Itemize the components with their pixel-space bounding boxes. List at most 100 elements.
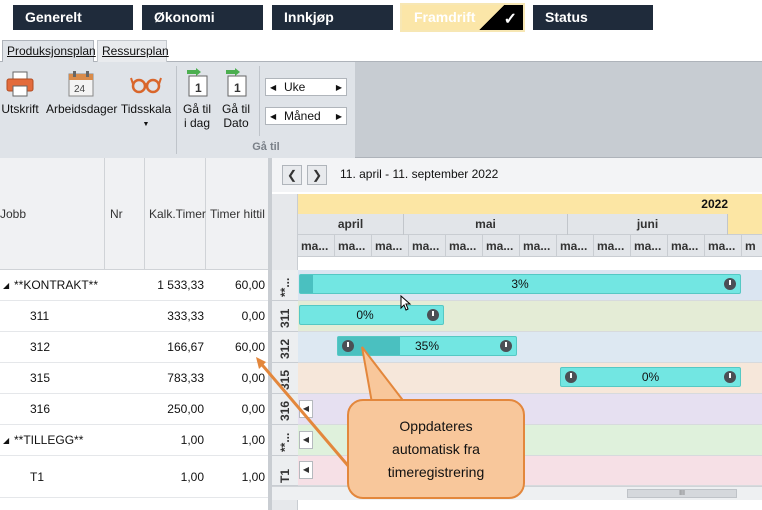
- cell-kalk: 250,00: [167, 402, 204, 416]
- row-label-text: 315: [278, 369, 292, 390]
- row-label-text: 311: [278, 308, 292, 328]
- callout-line-1: Oppdateres: [399, 418, 473, 434]
- step-right-icon[interactable]: ▶: [336, 80, 342, 96]
- col-nr-label: Nr: [110, 207, 123, 221]
- col-timer-label: Timer hittil: [210, 207, 265, 221]
- group-separator-2: [259, 66, 260, 136]
- cell-jobb: 315: [30, 371, 51, 385]
- col-header-jobb[interactable]: Jobb: [0, 158, 105, 270]
- step-right-icon[interactable]: ▶: [336, 109, 342, 125]
- maned-stepper[interactable]: ◀ Måned ▶: [265, 107, 347, 125]
- month-juni: juni: [568, 214, 728, 235]
- nav-generelt-label: Generelt: [25, 9, 82, 25]
- week-label: ma...: [520, 235, 557, 257]
- utskrift-label: Utskrift: [1, 102, 39, 116]
- week-label: ma...: [372, 235, 409, 257]
- maned-label: Måned: [284, 109, 321, 123]
- row-label-text: **...: [278, 277, 292, 297]
- callout-line-3: timeregistrering: [387, 464, 485, 480]
- gantt-bar-311[interactable]: 0%: [299, 305, 444, 325]
- year-label: 2022: [701, 197, 728, 211]
- prev-period-button[interactable]: ❮: [282, 165, 302, 185]
- cell-kalk: 333,33: [167, 309, 204, 323]
- week-label: ma...: [335, 235, 372, 257]
- job-grid: Jobb Nr Kalk.Timer Timer hittil ◢ **KONT…: [0, 158, 270, 510]
- bar-percent: 35%: [414, 339, 440, 353]
- calendar-day-number: 24: [74, 84, 86, 95]
- cell-timer: 0,00: [241, 371, 265, 385]
- col-header-timer[interactable]: Timer hittil: [206, 158, 268, 270]
- uke-stepper[interactable]: ◀ Uke ▶: [265, 78, 347, 96]
- col-jobb-label: Jobb: [0, 207, 27, 221]
- collapse-icon[interactable]: ◢: [3, 425, 9, 456]
- week-label: ma...: [446, 235, 483, 257]
- week-label: ma...: [409, 235, 446, 257]
- clock-icon: [565, 371, 577, 383]
- week-label: ma...: [483, 235, 520, 257]
- ga-til-dato-label-1: Gå til: [221, 102, 250, 116]
- week-header: ma... ma... ma... ma... ma... ma... ma..…: [298, 235, 762, 257]
- goto-today-number: 1: [195, 81, 202, 95]
- cell-timer: 60,00: [234, 278, 265, 292]
- gantt-row-label: **...: [272, 270, 298, 301]
- callout-note: Oppdateres automatisk fra timeregistreri…: [347, 399, 525, 499]
- next-period-button[interactable]: ❯: [307, 165, 327, 185]
- scroll-left-icon[interactable]: ◀: [299, 400, 313, 418]
- tab-strip: Produksjonsplan Ressursplan: [0, 38, 762, 63]
- scroll-thumb[interactable]: III: [627, 489, 737, 498]
- table-row[interactable]: 316 250,00 0,00: [0, 394, 268, 425]
- step-left-icon[interactable]: ◀: [270, 109, 276, 125]
- row-label-text: **...: [278, 432, 292, 452]
- glasses-icon: [130, 70, 162, 98]
- gantt-bar-kontrakt[interactable]: 3%: [299, 274, 741, 294]
- table-row[interactable]: T1 1,00 1,00: [0, 456, 268, 498]
- screen: { "nav": { "generelt": "Generelt", "okon…: [0, 0, 762, 510]
- scroll-left-icon[interactable]: ◀: [299, 431, 313, 449]
- ribbon: Produksjonsplan Ressursplan Utskrift 24 …: [0, 38, 762, 158]
- table-row[interactable]: ◢ **KONTRAKT** 1 533,33 60,00: [0, 270, 268, 301]
- ga-til-dato-button[interactable]: 1 Gå til Dato: [219, 68, 253, 130]
- col-kalk-label: Kalk.Timer: [149, 207, 206, 221]
- collapse-icon[interactable]: ◢: [3, 270, 9, 301]
- gantt-bar-312[interactable]: 35%: [337, 336, 517, 356]
- check-icon: ✓: [503, 11, 517, 28]
- clock-icon: [724, 278, 736, 290]
- bar-percent: 0%: [641, 370, 660, 384]
- group-separator: [176, 66, 177, 154]
- gantt-row-label: 316: [272, 394, 298, 425]
- clock-icon: [427, 309, 439, 321]
- nav-framdrift-button[interactable]: Framdrift ✓: [400, 3, 525, 32]
- gantt-row-label: **...: [272, 425, 298, 456]
- gantt-bar-315[interactable]: 0%: [560, 367, 741, 387]
- nav-innkjop-button[interactable]: Innkjøp: [272, 5, 393, 30]
- step-left-icon[interactable]: ◀: [270, 80, 276, 96]
- gantt-row-label: T1: [272, 456, 298, 486]
- nav-okonomi-button[interactable]: Økonomi: [142, 5, 263, 30]
- nav-status-button[interactable]: Status: [533, 5, 653, 30]
- table-row[interactable]: ◢ **TILLEGG** 1,00 1,00: [0, 425, 268, 456]
- clock-icon: [724, 371, 736, 383]
- week-label: ma...: [668, 235, 705, 257]
- utskrift-button[interactable]: Utskrift: [0, 70, 40, 116]
- nav-okonomi-label: Økonomi: [154, 9, 215, 25]
- bar-percent: 3%: [511, 277, 529, 291]
- arbeidsdager-button[interactable]: 24 Arbeidsdager: [46, 70, 117, 116]
- gantt-row-label: 312: [272, 332, 298, 363]
- col-header-nr[interactable]: Nr: [105, 158, 145, 270]
- row-label-text: 312: [278, 338, 292, 359]
- scroll-left-icon[interactable]: ◀: [299, 461, 313, 479]
- clock-icon: [500, 340, 512, 352]
- table-row[interactable]: 312 166,67 60,00: [0, 332, 268, 363]
- col-header-kalk[interactable]: Kalk.Timer: [145, 158, 206, 270]
- nav-generelt-button[interactable]: Generelt: [13, 5, 133, 30]
- clock-icon: [342, 340, 354, 352]
- cell-timer: 1,00: [241, 470, 265, 484]
- ga-til-idag-label-1: Gå til: [182, 102, 211, 116]
- table-row[interactable]: 311 333,33 0,00: [0, 301, 268, 332]
- tab-ressursplan[interactable]: Ressursplan: [97, 40, 169, 63]
- ga-til-idag-button[interactable]: 1 Gå til i dag: [180, 68, 214, 130]
- goto-date-icon: 1: [223, 68, 249, 98]
- table-row[interactable]: 315 783,33 0,00: [0, 363, 268, 394]
- tidsskala-button[interactable]: Tidsskala ▼: [120, 70, 172, 132]
- tab-produksjonsplan[interactable]: Produksjonsplan: [2, 40, 96, 63]
